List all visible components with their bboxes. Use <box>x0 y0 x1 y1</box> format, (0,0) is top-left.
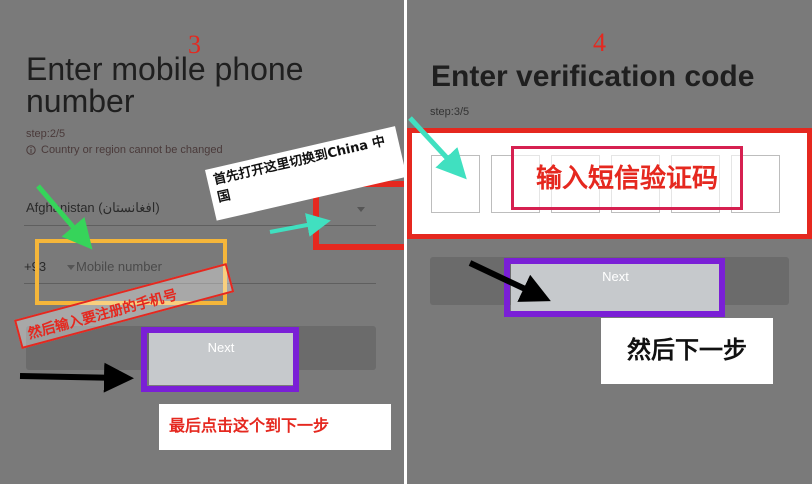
country-name: Afghanistan (افغانستان) <box>26 200 160 215</box>
next-step-note: 然后下一步 <box>601 318 773 384</box>
step-indicator-right: step:3/5 <box>430 106 470 118</box>
verification-panel: 4 Enter verification code step:3/5 输入短信验… <box>407 0 812 484</box>
step-indicator: step:2/5 <box>26 128 66 140</box>
next-button-highlight <box>141 327 299 392</box>
country-warning: Country or region cannot be changed <box>26 144 223 156</box>
code-digit-1[interactable] <box>431 155 480 213</box>
screenshot-stage: 3 Enter mobile phone number step:2/5 Cou… <box>0 0 812 484</box>
page-title-line2: number <box>26 83 135 119</box>
country-warning-text: Country or region cannot be changed <box>41 144 223 156</box>
click-next-note: 最后点击这个到下一步 <box>159 404 391 450</box>
verification-title: Enter verification code <box>431 60 755 93</box>
next-button-highlight-right <box>504 258 725 317</box>
enter-sms-code-note: 输入短信验证码 <box>511 146 743 210</box>
info-circle-icon <box>26 145 36 155</box>
step-number-annotation-right: 4 <box>593 28 606 57</box>
page-title-line1: Enter mobile phone <box>26 51 304 87</box>
phone-entry-panel: 3 Enter mobile phone number step:2/5 Cou… <box>0 0 404 484</box>
